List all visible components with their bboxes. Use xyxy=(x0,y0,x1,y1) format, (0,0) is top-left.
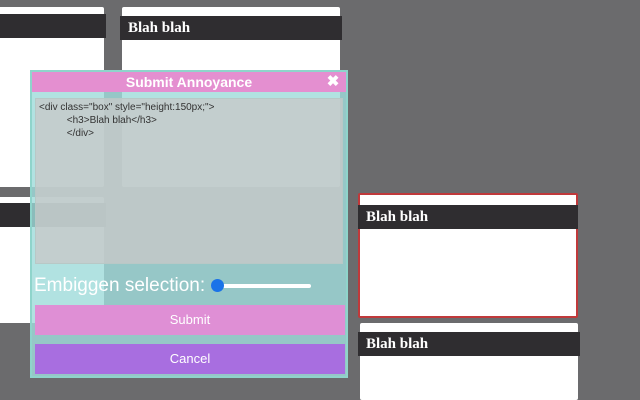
box-title: Blah blah xyxy=(366,336,429,352)
dialog-title: Submit Annoyance xyxy=(125,74,253,90)
box-header: Blah blah xyxy=(120,16,342,40)
close-icon[interactable]: ✖ xyxy=(326,72,340,92)
dialog-titlebar: Submit Annoyance ✖ xyxy=(32,72,346,92)
slider-thumb[interactable] xyxy=(211,279,225,292)
box-header xyxy=(0,14,106,38)
box-title: Blah blah xyxy=(366,209,429,225)
box-title: Blah blah xyxy=(128,20,191,36)
box-header: Blah blah xyxy=(358,205,578,229)
box-header: Blah blah xyxy=(358,332,580,356)
embiggen-slider[interactable] xyxy=(211,279,312,293)
embiggen-label: Embiggen selection: xyxy=(34,275,206,296)
box-selected[interactable]: Blah blah xyxy=(358,193,578,318)
embiggen-row: Embiggen selection: xyxy=(34,273,344,299)
submit-annoyance-dialog: Submit Annoyance ✖ Embiggen selection: S… xyxy=(30,70,348,378)
box-bottom-right: Blah blah xyxy=(358,323,580,400)
slider-track xyxy=(211,284,312,288)
cancel-button[interactable]: Cancel xyxy=(35,344,345,374)
code-textarea[interactable] xyxy=(35,98,343,264)
submit-button[interactable]: Submit xyxy=(35,305,345,335)
